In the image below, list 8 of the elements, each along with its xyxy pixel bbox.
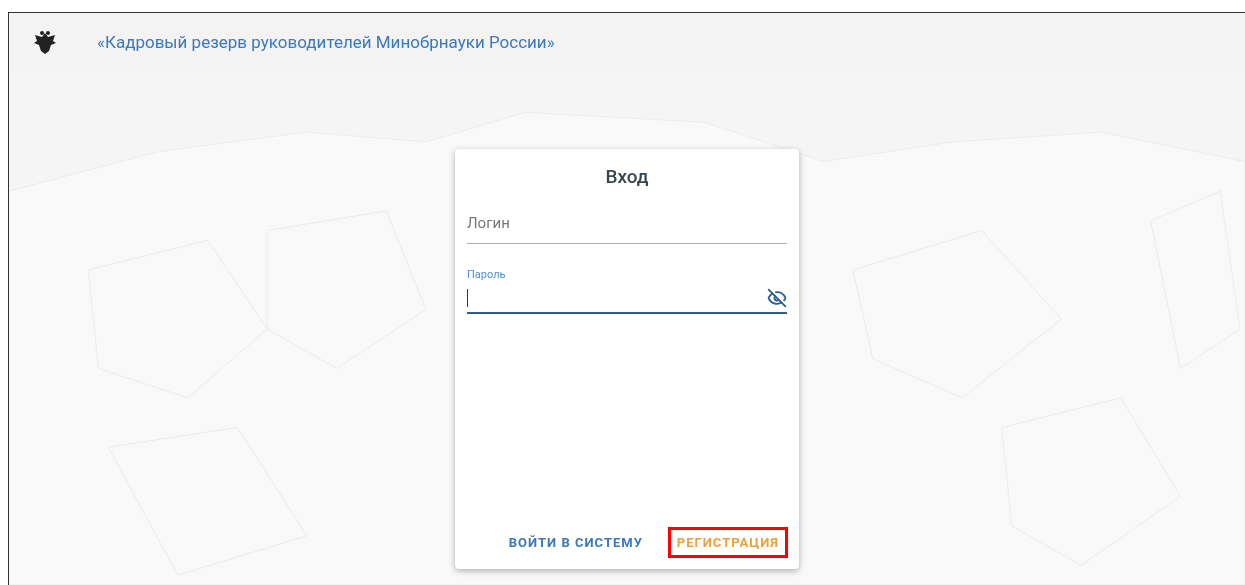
password-field[interactable]: Пароль (467, 261, 787, 314)
text-cursor (467, 288, 468, 307)
hide-password-icon[interactable] (767, 287, 787, 308)
card-title: Вход (604, 164, 650, 190)
login-button[interactable]: ВОЙТИ В СИСТЕМУ (502, 529, 649, 555)
register-button[interactable]: РЕГИСТРАЦИЯ (670, 529, 785, 555)
login-field[interactable]: Логин (467, 203, 787, 244)
site-title: «Кадровый резерв руководителей Минобрнауки России» (97, 31, 555, 55)
